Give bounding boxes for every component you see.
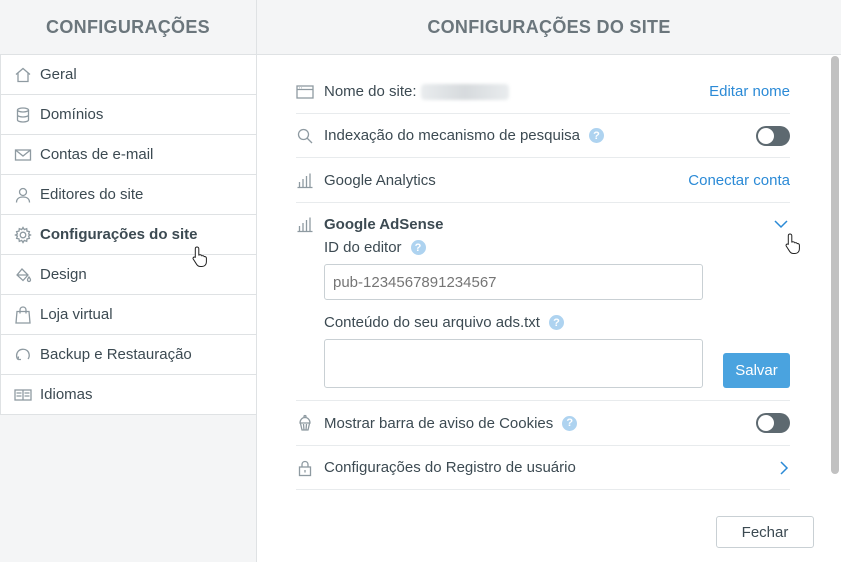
page-title: CONFIGURAÇÕES DO SITE bbox=[257, 0, 841, 55]
mail-icon bbox=[13, 145, 33, 165]
sidebar-title: CONFIGURAÇÕES bbox=[0, 0, 256, 55]
sidebar-item-languages[interactable]: Idiomas bbox=[0, 375, 256, 415]
ads-txt-label: Conteúdo do seu arquivo ads.txt bbox=[324, 314, 540, 331]
google-analytics-label: Google Analytics bbox=[324, 171, 436, 189]
sidebar-item-label: Idiomas bbox=[40, 386, 93, 403]
restore-icon bbox=[13, 345, 33, 365]
sidebar-item-domains[interactable]: Domínios bbox=[0, 95, 256, 135]
site-name-label: Nome do site: bbox=[324, 83, 417, 100]
cookie-bar-row: Mostrar barra de aviso de Cookies ? bbox=[296, 401, 790, 446]
search-icon bbox=[296, 127, 324, 145]
save-button[interactable]: Salvar bbox=[723, 353, 790, 388]
google-adsense-label: Google AdSense bbox=[324, 215, 444, 233]
chevron-down-icon[interactable] bbox=[773, 219, 789, 229]
shopping-bag-icon bbox=[13, 305, 33, 325]
user-registration-row[interactable]: Configurações do Registro de usuário bbox=[296, 446, 790, 490]
cookie-bar-toggle[interactable] bbox=[756, 413, 790, 433]
sidebar-item-label: Configurações do site bbox=[40, 226, 198, 243]
sidebar-item-design[interactable]: Design bbox=[0, 255, 256, 295]
editor-id-input[interactable] bbox=[324, 264, 703, 300]
gear-icon bbox=[13, 225, 33, 245]
sidebar-item-label: Geral bbox=[40, 66, 77, 83]
edit-name-link[interactable]: Editar nome bbox=[709, 83, 790, 100]
bar-chart-icon bbox=[296, 215, 324, 233]
cupcake-icon bbox=[296, 414, 324, 432]
ads-txt-field-label: Conteúdo do seu arquivo ads.txt ? bbox=[324, 314, 790, 331]
help-icon[interactable]: ? bbox=[562, 415, 578, 431]
scrollbar-thumb[interactable] bbox=[831, 56, 839, 474]
hand-cursor-icon bbox=[192, 246, 207, 267]
sidebar-item-label: Backup e Restauração bbox=[40, 346, 192, 363]
close-button[interactable]: Fechar bbox=[716, 516, 814, 548]
hand-cursor-icon bbox=[785, 233, 800, 254]
google-analytics-row: Google Analytics Conectar conta bbox=[296, 158, 790, 203]
sidebar-item-label: Contas de e-mail bbox=[40, 146, 154, 163]
home-icon bbox=[13, 65, 33, 85]
search-indexing-label: Indexação do mecanismo de pesquisa bbox=[324, 127, 580, 144]
paint-bucket-icon bbox=[13, 265, 33, 285]
user-icon bbox=[13, 185, 33, 205]
search-indexing-toggle[interactable] bbox=[756, 125, 790, 146]
sidebar: CONFIGURAÇÕES Geral Domínios Contas de e… bbox=[0, 0, 257, 562]
database-icon bbox=[13, 105, 33, 125]
language-icon bbox=[13, 385, 33, 405]
editor-id-label: ID do editor bbox=[324, 239, 402, 256]
lock-icon bbox=[296, 459, 324, 477]
user-registration-label: Configurações do Registro de usuário bbox=[324, 459, 576, 476]
sidebar-item-site-settings[interactable]: Configurações do site bbox=[0, 215, 256, 255]
adsense-expanded-panel: ID do editor ? Conteúdo do seu arquivo a… bbox=[296, 239, 790, 401]
sidebar-item-site-editors[interactable]: Editores do site bbox=[0, 175, 256, 215]
sidebar-item-label: Loja virtual bbox=[40, 306, 113, 323]
sidebar-item-email-accounts[interactable]: Contas de e-mail bbox=[0, 135, 256, 175]
search-indexing-row: Indexação do mecanismo de pesquisa ? bbox=[296, 114, 790, 158]
settings-list: Nome do site: Editar nome Indexação do m… bbox=[296, 70, 790, 490]
site-settings-panel: CONFIGURAÇÕES DO SITE Nome do site: Edit… bbox=[257, 0, 841, 562]
sidebar-item-label: Editores do site bbox=[40, 186, 144, 203]
editor-id-field-label: ID do editor ? bbox=[324, 239, 790, 256]
connect-account-link[interactable]: Conectar conta bbox=[688, 172, 790, 189]
sidebar-item-online-store[interactable]: Loja virtual bbox=[0, 295, 256, 335]
help-icon[interactable]: ? bbox=[589, 128, 604, 143]
sidebar-item-label: Domínios bbox=[40, 106, 104, 123]
sidebar-item-backup-restore[interactable]: Backup e Restauração bbox=[0, 335, 256, 375]
help-icon[interactable]: ? bbox=[410, 240, 426, 255]
ads-txt-textarea[interactable] bbox=[324, 339, 703, 388]
browser-window-icon bbox=[296, 83, 324, 101]
bar-chart-icon bbox=[296, 171, 324, 189]
cookie-bar-label: Mostrar barra de aviso de Cookies bbox=[324, 414, 554, 432]
chevron-right-icon[interactable] bbox=[779, 460, 789, 476]
help-icon[interactable]: ? bbox=[548, 315, 564, 330]
sidebar-item-general[interactable]: Geral bbox=[0, 55, 256, 95]
site-name-value-redacted bbox=[420, 83, 509, 100]
site-name-row: Nome do site: Editar nome bbox=[296, 70, 790, 114]
sidebar-item-label: Design bbox=[40, 266, 87, 283]
